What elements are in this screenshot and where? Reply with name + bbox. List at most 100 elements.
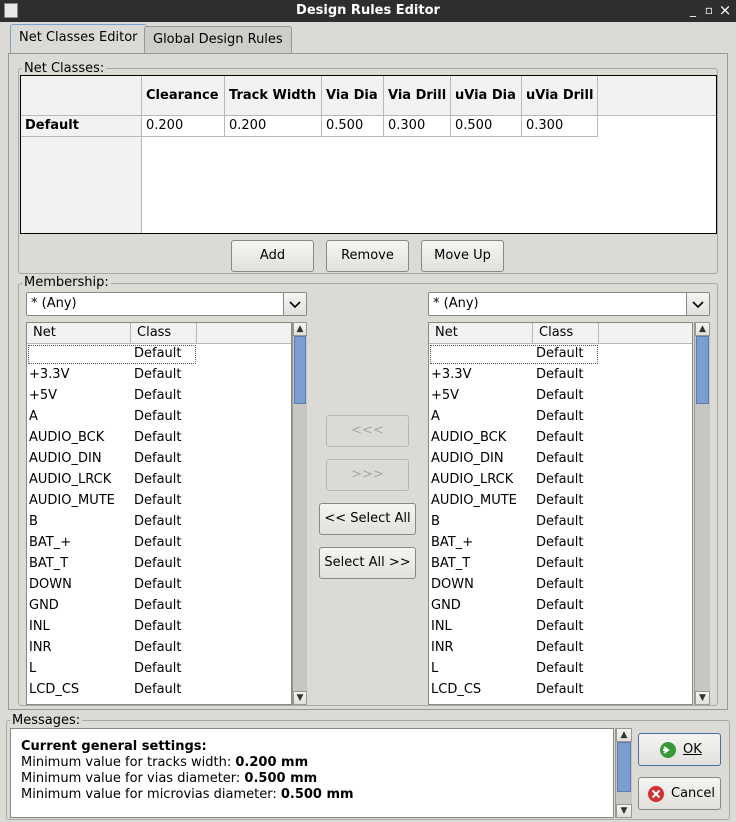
move-up-button[interactable]: Move Up bbox=[421, 240, 504, 272]
cell-via-dia[interactable]: 0.500 bbox=[322, 116, 384, 137]
cell-clearance[interactable]: 0.200 bbox=[142, 116, 225, 137]
col-header-track-width[interactable]: Track Width bbox=[225, 76, 322, 116]
table-row[interactable]: LCD_CS Default bbox=[27, 680, 291, 701]
table-row[interactable]: A Default bbox=[429, 407, 692, 428]
table-row[interactable]: L Default bbox=[429, 659, 692, 680]
table-row[interactable]: INR Default bbox=[27, 638, 291, 659]
remove-button[interactable]: Remove bbox=[326, 240, 409, 272]
table-row[interactable]: AUDIO_LRCK Default bbox=[27, 470, 291, 491]
messages-textbox[interactable]: Current general settings: Minimum value … bbox=[10, 728, 614, 818]
move-left-button[interactable]: <<< bbox=[326, 415, 409, 447]
table-row[interactable]: B Default bbox=[27, 512, 291, 533]
scroll-down-arrow[interactable]: ▼ bbox=[695, 691, 710, 705]
left-net-list[interactable]: Net Class Default +3.3V Default +5V Default A… bbox=[26, 322, 292, 705]
cell-via-drill[interactable]: 0.300 bbox=[384, 116, 451, 137]
table-row[interactable]: +3.3V Default bbox=[27, 365, 291, 386]
table-row[interactable]: Default bbox=[27, 344, 291, 365]
minimize-button[interactable]: _ bbox=[686, 3, 700, 17]
right-filter-combo[interactable]: * (Any) bbox=[428, 292, 710, 316]
scroll-up-arrow[interactable]: ▲ bbox=[695, 322, 710, 336]
table-row[interactable]: DOWN Default bbox=[429, 575, 692, 596]
net-class: Default bbox=[134, 598, 182, 613]
table-row[interactable]: GND Default bbox=[27, 596, 291, 617]
right-net-list[interactable]: Net Class Default +3.3V Default +5V Default A… bbox=[428, 322, 693, 705]
net-class: Default bbox=[134, 367, 182, 382]
left-list-scrollbar[interactable]: ▲ ▼ bbox=[292, 322, 307, 705]
message-label: Minimum value for microvias diameter: bbox=[21, 787, 281, 802]
scroll-up-arrow[interactable]: ▲ bbox=[293, 322, 307, 336]
cancel-button[interactable]: Cancel bbox=[638, 777, 721, 810]
col-header-via-drill[interactable]: Via Drill bbox=[384, 76, 451, 116]
tab-net-classes-editor[interactable]: Net Classes Editor bbox=[10, 24, 147, 54]
ok-button[interactable]: OK bbox=[638, 733, 721, 766]
table-row[interactable]: +5V Default bbox=[429, 386, 692, 407]
col-header-uvia-dia[interactable]: uVia Dia bbox=[451, 76, 522, 116]
net-classes-grid[interactable]: Clearance Track Width Via Dia Via Drill … bbox=[20, 75, 717, 234]
table-row[interactable]: AUDIO_DIN Default bbox=[27, 449, 291, 470]
table-row[interactable]: AUDIO_MUTE Default bbox=[27, 491, 291, 512]
right-list-scrollbar[interactable]: ▲ ▼ bbox=[694, 322, 710, 705]
scroll-thumb[interactable] bbox=[617, 742, 631, 792]
chevron-down-icon[interactable] bbox=[283, 293, 306, 315]
title-bar[interactable]: Design Rules Editor _ ▫ × bbox=[0, 0, 736, 22]
scroll-up-arrow[interactable]: ▲ bbox=[616, 728, 632, 742]
scroll-thumb[interactable] bbox=[294, 336, 306, 404]
table-row[interactable]: BAT_+ Default bbox=[429, 533, 692, 554]
table-row[interactable]: INL Default bbox=[429, 617, 692, 638]
message-label: Minimum value for tracks width: bbox=[21, 755, 236, 770]
table-row[interactable]: Default bbox=[429, 344, 692, 365]
cell-uvia-drill[interactable]: 0.300 bbox=[522, 116, 598, 137]
select-all-left-button[interactable]: << Select All bbox=[319, 503, 416, 535]
table-row[interactable]: +3.3V Default bbox=[429, 365, 692, 386]
table-row[interactable]: BAT_+ Default bbox=[27, 533, 291, 554]
table-row[interactable]: +5V Default bbox=[27, 386, 291, 407]
right-col-header-net[interactable]: Net bbox=[429, 323, 533, 344]
row-header-default[interactable]: Default bbox=[21, 116, 142, 137]
net-class: Default bbox=[536, 388, 584, 403]
close-window-button[interactable]: × bbox=[718, 3, 732, 18]
cell-uvia-dia[interactable]: 0.500 bbox=[451, 116, 522, 137]
table-row[interactable]: B Default bbox=[429, 512, 692, 533]
net-name: +5V bbox=[431, 388, 460, 403]
add-button[interactable]: Add bbox=[231, 240, 314, 272]
table-row[interactable]: GND Default bbox=[429, 596, 692, 617]
table-row[interactable]: AUDIO_LRCK Default bbox=[429, 470, 692, 491]
net-name: INL bbox=[431, 619, 452, 634]
scroll-thumb[interactable] bbox=[696, 336, 709, 404]
tab-global-design-rules[interactable]: Global Design Rules bbox=[144, 26, 292, 54]
col-header-clearance[interactable]: Clearance bbox=[142, 76, 225, 116]
left-col-header-class[interactable]: Class bbox=[131, 323, 197, 344]
message-value: 0.500 mm bbox=[244, 771, 318, 786]
message-label: Minimum value for vias diameter: bbox=[21, 771, 245, 786]
scroll-down-arrow[interactable]: ▼ bbox=[616, 804, 632, 818]
table-row[interactable]: INR Default bbox=[429, 638, 692, 659]
chevron-down-icon[interactable] bbox=[686, 293, 709, 315]
table-row[interactable]: AUDIO_MUTE Default bbox=[429, 491, 692, 512]
left-filter-combo[interactable]: * (Any) bbox=[26, 292, 307, 316]
maximize-button[interactable]: ▫ bbox=[702, 3, 716, 17]
right-col-header-class[interactable]: Class bbox=[533, 323, 599, 344]
left-col-header-net[interactable]: Net bbox=[27, 323, 131, 344]
table-row[interactable]: A Default bbox=[27, 407, 291, 428]
net-class: Default bbox=[536, 556, 584, 571]
net-class: Default bbox=[134, 409, 182, 424]
table-row[interactable]: INL Default bbox=[27, 617, 291, 638]
table-row[interactable]: DOWN Default bbox=[27, 575, 291, 596]
table-row[interactable]: AUDIO_BCK Default bbox=[429, 428, 692, 449]
messages-scrollbar[interactable]: ▲ ▼ bbox=[615, 728, 632, 818]
net-class: Default bbox=[536, 493, 584, 508]
move-right-button[interactable]: >>> bbox=[326, 459, 409, 491]
table-row[interactable]: BAT_T Default bbox=[429, 554, 692, 575]
scroll-down-arrow[interactable]: ▼ bbox=[293, 691, 307, 705]
table-row[interactable]: AUDIO_DIN Default bbox=[429, 449, 692, 470]
table-row[interactable]: BAT_T Default bbox=[27, 554, 291, 575]
cell-track-width[interactable]: 0.200 bbox=[225, 116, 322, 137]
col-header-via-dia[interactable]: Via Dia bbox=[322, 76, 384, 116]
col-header-uvia-drill[interactable]: uVia Drill bbox=[522, 76, 598, 116]
select-all-right-button[interactable]: Select All >> bbox=[319, 547, 416, 579]
table-row[interactable]: AUDIO_BCK Default bbox=[27, 428, 291, 449]
net-name: AUDIO_BCK bbox=[431, 430, 507, 445]
table-row[interactable]: LCD_CS Default bbox=[429, 680, 692, 701]
net-name: LCD_CS bbox=[431, 682, 482, 697]
table-row[interactable]: L Default bbox=[27, 659, 291, 680]
